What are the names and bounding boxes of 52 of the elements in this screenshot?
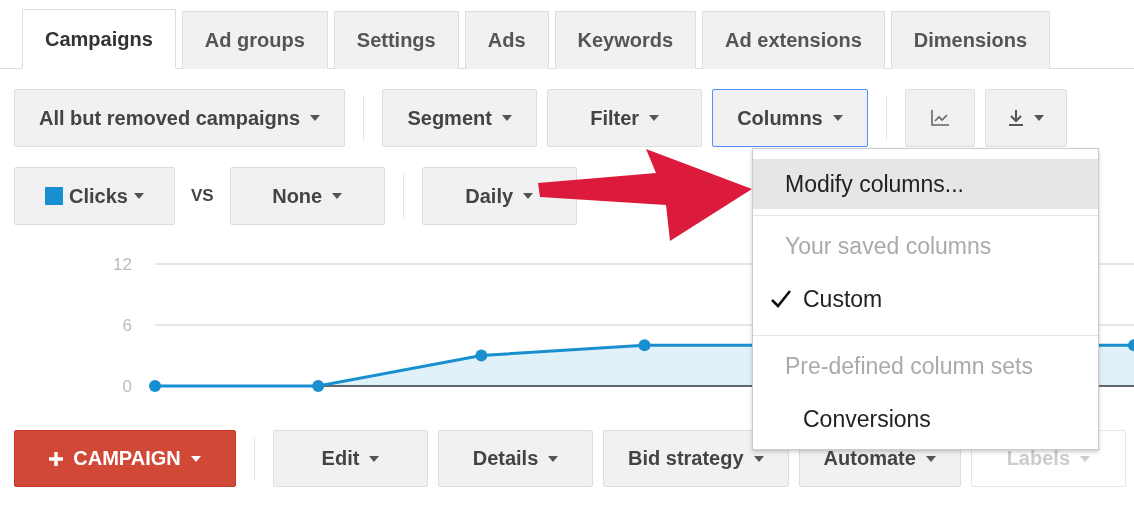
metric-dropdown[interactable]: Clicks <box>14 167 175 225</box>
caret-icon <box>133 193 144 199</box>
data-point <box>475 349 488 362</box>
dropdown-button[interactable]: Columns <box>712 89 868 147</box>
caret-icon <box>310 115 321 121</box>
dropdown-button[interactable]: Filter <box>547 89 703 147</box>
vs-label: VS <box>191 186 214 206</box>
data-point <box>1128 339 1134 352</box>
download-button[interactable] <box>984 89 1067 147</box>
caret-icon <box>501 115 512 121</box>
data-point <box>149 380 161 392</box>
metric-dropdown[interactable]: None <box>229 167 385 225</box>
tab[interactable]: Ad extensions <box>702 11 885 69</box>
download-icon <box>1007 109 1024 127</box>
menu-item[interactable]: Custom <box>753 269 1098 329</box>
tab[interactable]: Ads <box>464 11 549 69</box>
caret-icon <box>1080 455 1090 462</box>
data-point <box>638 339 651 352</box>
line-chart-icon <box>929 109 950 127</box>
caret-icon <box>332 193 343 199</box>
data-point <box>312 380 325 392</box>
caret-icon <box>190 455 201 462</box>
axis-tick-label: 6 <box>122 316 132 335</box>
dropdown-button[interactable]: All but removed campaigns <box>14 89 346 147</box>
dropdown-button[interactable]: Segment <box>382 89 538 147</box>
dropdown-button[interactable]: Bid strategy <box>603 430 789 487</box>
caret-icon <box>832 115 843 121</box>
menu-section-header: Your saved columns <box>753 215 1098 269</box>
tab[interactable]: Settings <box>333 11 459 69</box>
menu-item-label: Custom <box>803 285 883 313</box>
add-campaign-button[interactable]: CAMPAIGN <box>14 430 236 487</box>
caret-icon <box>369 455 380 462</box>
tab[interactable]: Ad groups <box>181 11 328 69</box>
menu-section-header: Pre-defined column sets <box>753 335 1098 389</box>
caret-icon <box>753 455 764 462</box>
plus-icon <box>49 451 64 466</box>
caret-icon <box>925 455 936 462</box>
tab[interactable]: Campaigns <box>22 9 176 69</box>
dropdown-button[interactable]: Details <box>438 430 593 487</box>
tab[interactable]: Keywords <box>554 11 697 69</box>
caret-icon <box>1033 115 1044 121</box>
menu-item-label: Conversions <box>803 405 931 433</box>
chart-button[interactable] <box>904 89 975 147</box>
caret-icon <box>523 193 534 199</box>
menu-item[interactable]: Modify columns... <box>753 159 1098 209</box>
caret-icon <box>649 115 660 121</box>
caret-icon <box>548 455 559 462</box>
dropdown-button[interactable]: Edit <box>273 430 428 487</box>
period-dropdown[interactable]: Daily <box>421 167 577 225</box>
tab[interactable]: Dimensions <box>890 11 1051 69</box>
axis-tick-label: 12 <box>113 255 132 274</box>
axis-tick-label: 0 <box>122 377 132 396</box>
